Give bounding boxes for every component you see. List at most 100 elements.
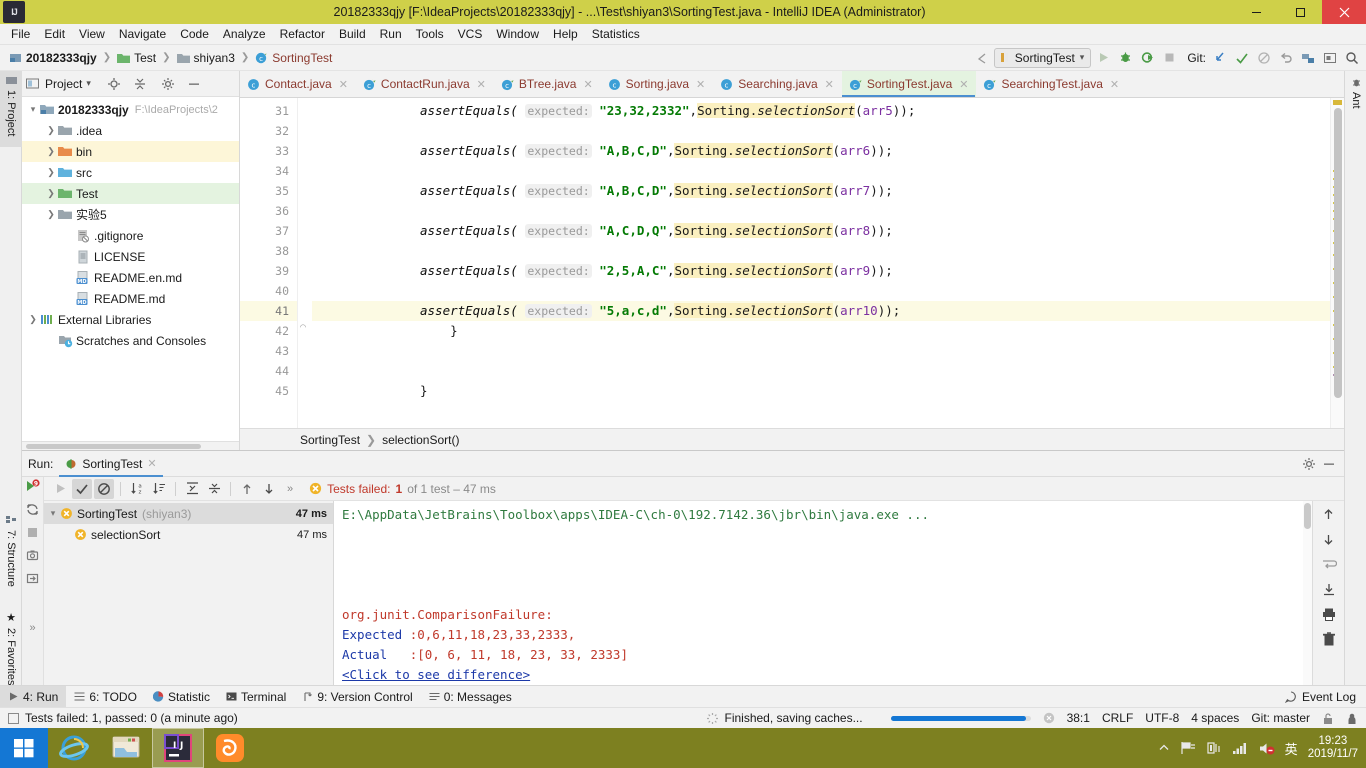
- menu-refactor[interactable]: Refactor: [273, 25, 332, 43]
- rollback-icon[interactable]: [1254, 48, 1274, 68]
- start-button[interactable]: [0, 728, 48, 768]
- trash-icon[interactable]: [1321, 632, 1337, 647]
- menu-code[interactable]: Code: [173, 25, 216, 43]
- chevron-right-icon[interactable]: ❯: [44, 167, 58, 178]
- menu-edit[interactable]: Edit: [37, 25, 72, 43]
- tool-button-run[interactable]: 4: Run: [0, 685, 67, 708]
- soft-wrap-icon[interactable]: [1321, 557, 1337, 572]
- fold-marker-icon[interactable]: ◠: [300, 322, 306, 333]
- gear-icon[interactable]: [161, 77, 175, 91]
- code-line[interactable]: assertEquals( expected: "5,a,c,d",Sortin…: [312, 301, 1344, 321]
- chevron-right-icon[interactable]: ❯: [26, 314, 40, 325]
- editor-tab-btree-java[interactable]: c BTree.java ✕: [494, 71, 601, 97]
- tool-button-terminal[interactable]: Terminal: [218, 686, 294, 708]
- file-encoding[interactable]: UTF-8: [1145, 711, 1179, 725]
- ime-indicator[interactable]: 英: [1285, 739, 1298, 758]
- locate-icon[interactable]: [107, 77, 121, 91]
- commit-icon[interactable]: [1232, 48, 1252, 68]
- menu-run[interactable]: Run: [373, 25, 409, 43]
- expand-all-icon[interactable]: [182, 479, 202, 499]
- restore-layout-icon[interactable]: [25, 571, 40, 586]
- console-output[interactable]: E:\AppData\JetBrains\Toolbox\apps\IDEA-C…: [334, 501, 1312, 685]
- scroll-up-icon[interactable]: [1321, 507, 1336, 522]
- editor-marker-bar[interactable]: [1330, 98, 1344, 428]
- tool-button-statistic[interactable]: Statistic: [145, 686, 218, 708]
- breadcrumb-package[interactable]: shiyan3: [174, 50, 238, 66]
- tree-node[interactable]: Scratches and Consoles: [22, 330, 239, 351]
- minimize-button[interactable]: [1234, 0, 1278, 24]
- caret-position[interactable]: 38:1: [1067, 711, 1090, 725]
- editor-tab-sorting-java[interactable]: c Sorting.java ✕: [601, 71, 714, 97]
- stop-button[interactable]: [1159, 48, 1179, 68]
- code-line[interactable]: assertEquals( expected: "A,B,C,D",Sortin…: [312, 181, 1344, 201]
- tool-button-todo[interactable]: 6: TODO: [66, 686, 145, 708]
- chevron-down-icon[interactable]: ▾: [46, 508, 60, 519]
- menu-tools[interactable]: Tools: [409, 25, 451, 43]
- tree-node[interactable]: ❯ src: [22, 162, 239, 183]
- run-action-icon[interactable]: [50, 479, 70, 499]
- rerun-failed-icon[interactable]: 9: [25, 479, 40, 494]
- chevron-right-icon[interactable]: ❯: [44, 146, 58, 157]
- lock-icon[interactable]: [1322, 712, 1334, 725]
- menu-analyze[interactable]: Analyze: [216, 25, 273, 43]
- taskbar-app-intellij-idea[interactable]: IJ: [152, 728, 204, 768]
- inspection-icon[interactable]: [1346, 712, 1358, 725]
- debug-button[interactable]: [1115, 48, 1135, 68]
- undo-icon[interactable]: [1276, 48, 1296, 68]
- menu-window[interactable]: Window: [489, 25, 546, 43]
- collapse-all-icon[interactable]: [204, 479, 224, 499]
- run-configuration-selector[interactable]: SortingTest ▾: [993, 47, 1092, 68]
- close-icon[interactable]: ✕: [477, 78, 486, 91]
- show-ignored-icon[interactable]: [94, 478, 114, 499]
- chevron-right-icon[interactable]: ❯: [44, 209, 58, 220]
- scroll-down-icon[interactable]: [1321, 532, 1336, 547]
- more-actions-icon[interactable]: »: [287, 483, 293, 495]
- show-hidden-icons-icon[interactable]: [1158, 742, 1170, 754]
- cancel-task-icon[interactable]: [1043, 712, 1055, 724]
- show-passed-icon[interactable]: [72, 478, 92, 499]
- see-difference-link[interactable]: <Click to see difference>: [342, 667, 530, 682]
- hide-icon[interactable]: [1322, 457, 1336, 471]
- tree-node[interactable]: MD README.en.md: [22, 267, 239, 288]
- chevron-right-icon[interactable]: ❯: [44, 125, 58, 136]
- line-separator[interactable]: CRLF: [1102, 711, 1133, 725]
- code-lines[interactable]: assertEquals( expected: "23,32,2332",Sor…: [312, 98, 1344, 428]
- code-line[interactable]: assertEquals( expected: "23,32,2332",Sor…: [312, 101, 1344, 121]
- breadcrumb-project[interactable]: 20182333qjy: [6, 50, 100, 66]
- breadcrumb-class[interactable]: c SortingTest: [252, 50, 335, 66]
- console-scrollbar[interactable]: [1303, 501, 1312, 685]
- tool-button-project[interactable]: 1: Project: [0, 71, 22, 147]
- tree-node[interactable]: ❯ .idea: [22, 120, 239, 141]
- close-icon[interactable]: ✕: [147, 457, 156, 470]
- tree-node[interactable]: ▾ 20182333qjy F:\IdeaProjects\2: [22, 99, 239, 120]
- chevron-down-icon[interactable]: ▾: [26, 104, 40, 115]
- taskbar-app-internet-explorer[interactable]: [48, 728, 100, 768]
- close-icon[interactable]: ✕: [583, 78, 592, 91]
- tool-button-messages[interactable]: 0: Messages: [421, 686, 520, 708]
- project-tree[interactable]: ▾ 20182333qjy F:\IdeaProjects\2 ❯ .idea ❯ bin ❯…: [22, 97, 239, 441]
- editor-tab-searching-java[interactable]: c Searching.java ✕: [713, 71, 842, 97]
- tool-button-structure[interactable]: 7: Structure: [0, 511, 22, 603]
- code-line[interactable]: [312, 121, 1344, 141]
- chevron-right-icon[interactable]: ❯: [44, 188, 58, 199]
- next-failed-icon[interactable]: [259, 479, 279, 499]
- menu-view[interactable]: View: [72, 25, 112, 43]
- run-with-coverage-button[interactable]: [1137, 48, 1157, 68]
- code-line[interactable]: [312, 281, 1344, 301]
- code-line[interactable]: }: [312, 381, 1344, 401]
- tree-node[interactable]: LICENSE: [22, 246, 239, 267]
- editor-vertical-scrollbar[interactable]: [1334, 108, 1342, 398]
- tree-node[interactable]: MD README.md: [22, 288, 239, 309]
- menu-help[interactable]: Help: [546, 25, 585, 43]
- taskbar-app-file-explorer[interactable]: [100, 728, 152, 768]
- maximize-button[interactable]: [1278, 0, 1322, 24]
- search-icon[interactable]: [1342, 48, 1362, 68]
- code-line[interactable]: [312, 201, 1344, 221]
- tree-node[interactable]: ❯ bin: [22, 141, 239, 162]
- project-structure-icon[interactable]: [1298, 48, 1318, 68]
- menu-vcs[interactable]: VCS: [451, 25, 490, 43]
- code-line[interactable]: [312, 161, 1344, 181]
- hide-icon[interactable]: [187, 77, 201, 91]
- close-icon[interactable]: ✕: [1110, 78, 1119, 91]
- close-icon[interactable]: ✕: [696, 78, 705, 91]
